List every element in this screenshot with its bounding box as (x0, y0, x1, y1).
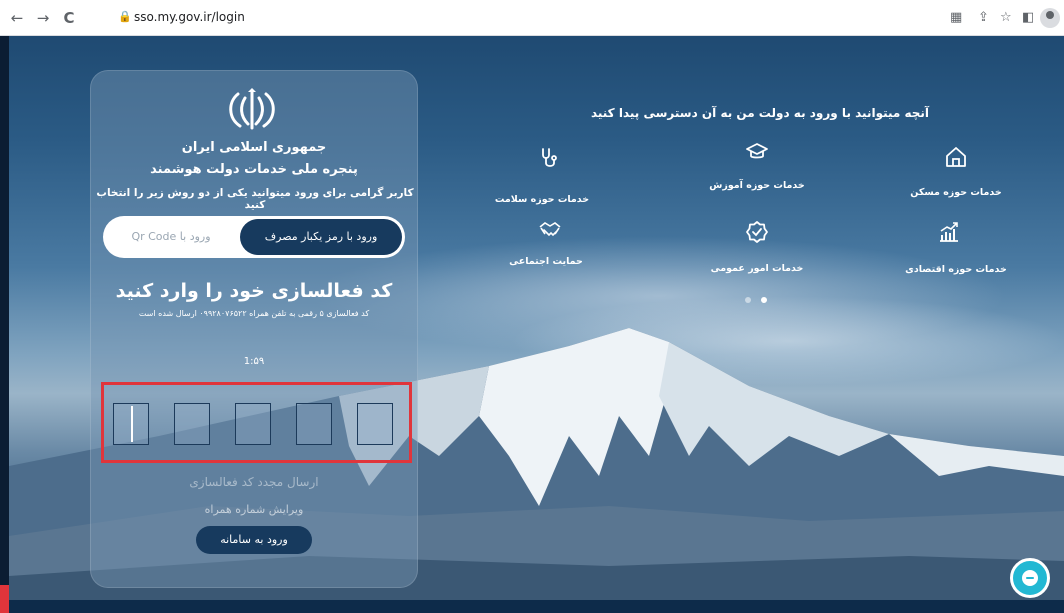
code-heading: کد فعالسازی خود را وارد کنید (115, 280, 393, 302)
service-education[interactable]: خدمات حوزه آموزش (692, 180, 822, 191)
chart-growth-icon (940, 222, 958, 242)
service-housing[interactable]: خدمات حوزه مسکن (891, 187, 1021, 198)
iran-emblem-logo (229, 88, 275, 130)
side-panel-icon[interactable]: ◧ (1022, 10, 1034, 26)
portal-title: پنجره ملی خدمات دولت هوشمند (150, 162, 358, 177)
edit-phone-link[interactable]: ویرایش شماره همراه (90, 503, 418, 516)
code-digit-input[interactable] (235, 403, 271, 445)
verified-badge-icon (746, 221, 768, 243)
submit-login-button[interactable]: ورود به سامانه (196, 526, 312, 554)
footer-bar (9, 600, 1064, 613)
forward-icon[interactable]: → (34, 9, 52, 27)
services-title: آنچه میتوانید با ورود به دولت من به آن د… (590, 106, 930, 120)
browser-toolbar: ← → C 🔒 sso.my.gov.ir/login ▦ ⇪ ☆ ◧ (0, 0, 1064, 36)
home-icon (946, 147, 966, 167)
back-icon[interactable]: ← (8, 9, 26, 27)
url-text[interactable]: sso.my.gov.ir/login (134, 10, 245, 24)
handshake-icon (539, 222, 561, 237)
carousel-dot[interactable] (745, 297, 751, 303)
login-instruction: کاربر گرامی برای ورود میتوانید یکی از دو… (96, 187, 414, 211)
service-health[interactable]: خدمات حوزه سلامت (477, 194, 607, 205)
graduation-cap-icon (746, 143, 768, 159)
country-title: جمهوری اسلامی ایران (181, 140, 327, 155)
stethoscope-icon (542, 148, 557, 167)
code-digit-input[interactable] (357, 403, 393, 445)
countdown-timer: 1:۵۹ (243, 356, 265, 367)
code-digit-input[interactable] (174, 403, 210, 445)
code-digit-input[interactable] (296, 403, 332, 445)
service-social-support[interactable]: حمایت اجتماعی (481, 256, 611, 267)
page-left-edge (0, 36, 9, 613)
tab-qr-login[interactable]: ورود با Qr Code (106, 219, 236, 255)
service-public-affairs[interactable]: خدمات امور عمومی (692, 263, 822, 274)
reload-icon[interactable]: C (60, 9, 78, 27)
page-left-accent (0, 585, 9, 613)
lock-icon: 🔒 (118, 10, 132, 23)
service-economy[interactable]: خدمات حوزه اقتصادی (891, 264, 1021, 275)
share-icon[interactable]: ⇪ (978, 10, 989, 26)
code-subtitle: کد فعالسازی ۵ رقمی به تلفن همراه ۰۹۹۲۸۰۷… (138, 309, 370, 318)
chat-bubble-icon (1022, 570, 1038, 586)
text-cursor (131, 406, 133, 442)
profile-avatar[interactable] (1040, 8, 1060, 28)
chat-support-button[interactable] (1010, 558, 1050, 598)
tab-otp-login[interactable]: ورود با رمز یکبار مصرف (240, 219, 402, 255)
translate-icon[interactable]: ▦ (950, 10, 962, 26)
bookmark-star-icon[interactable]: ☆ (1000, 10, 1012, 26)
resend-code-link[interactable]: ارسال مجدد کد فعالسازی (90, 475, 418, 489)
carousel-dot-active[interactable] (761, 297, 767, 303)
